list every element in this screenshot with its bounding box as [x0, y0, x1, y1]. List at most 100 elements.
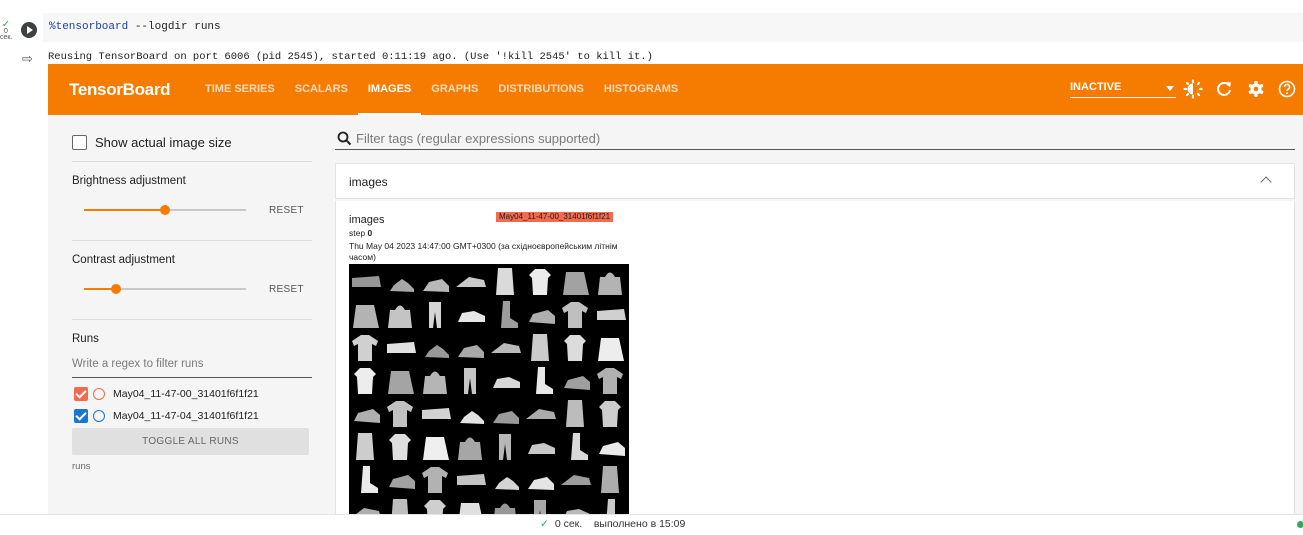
grid-thumbnail: [536, 367, 553, 394]
contrast-section: [72, 240, 312, 320]
tab-histograms[interactable]: HISTOGRAMS: [594, 64, 688, 115]
grid-thumbnail: [424, 500, 446, 514]
grid-thumbnail: [429, 302, 441, 328]
contrast-reset-button[interactable]: RESET: [269, 284, 304, 295]
runs-footer-label: runs: [72, 461, 91, 472]
run-checkbox[interactable]: [74, 409, 88, 423]
grid-thumbnail: [422, 408, 451, 419]
grid-thumbnail: [597, 368, 623, 394]
grid-thumbnail: [564, 376, 590, 390]
brightness-icon[interactable]: [1183, 79, 1203, 99]
grid-thumbnail: [390, 279, 414, 292]
refresh-icon[interactable]: [1214, 79, 1234, 99]
grid-thumbnail: [354, 409, 380, 423]
grid-thumbnail: [425, 345, 449, 358]
grid-thumbnail: [529, 310, 555, 324]
sidebar: Show actual image size Brightness adjust…: [48, 115, 322, 514]
settings-icon[interactable]: [1246, 79, 1266, 99]
plugin-status-select[interactable]: INACTIVE: [1070, 81, 1176, 98]
grid-thumbnail: [531, 334, 549, 361]
image-step: step 0: [349, 228, 372, 238]
grid-thumbnail: [495, 477, 519, 490]
grid-thumbnail: [499, 434, 511, 460]
code-args: --logdir runs: [128, 21, 221, 33]
grid-thumbnail: [501, 301, 518, 328]
grid-thumbnail: [528, 477, 554, 490]
image-grid[interactable]: [349, 264, 629, 514]
contrast-slider-knob[interactable]: [111, 284, 121, 294]
grid-thumbnail: [564, 335, 586, 361]
grid-thumbnail: [457, 474, 486, 485]
status-bar: ✓ 0 сек. выполнено в 15:09: [0, 514, 1303, 535]
chevron-up-icon[interactable]: [1260, 176, 1272, 188]
run-item[interactable]: May04_11-47-00_31401f6f1f21: [74, 387, 259, 401]
tag-filter-placeholder: Filter tags (regular expressions support…: [356, 131, 601, 146]
show-actual-size-label: Show actual image size: [95, 135, 232, 150]
plugin-status-value: INACTIVE: [1070, 81, 1122, 93]
grid-thumbnail: [464, 368, 476, 394]
brightness-reset-button[interactable]: RESET: [269, 205, 304, 216]
grid-thumbnail: [571, 433, 588, 460]
grid-thumbnail: [529, 269, 551, 295]
grid-thumbnail: [597, 309, 626, 320]
tensorboard-frame: TensorBoard TIME SERIES SCALARS IMAGES G…: [48, 64, 1303, 514]
code-line[interactable]: %tensorboard --logdir runs: [49, 21, 221, 33]
run-cell-button[interactable]: [21, 22, 37, 38]
grid-thumbnail: [422, 467, 448, 493]
grid-thumbnail: [599, 442, 625, 456]
grid-thumbnail: [526, 409, 556, 419]
chevron-down-icon: [1166, 86, 1174, 91]
tag-filter-input[interactable]: Filter tags (regular expressions support…: [335, 128, 1295, 150]
code-cell[interactable]: %tensorboard --logdir runs: [43, 13, 1303, 42]
grid-thumbnail: [387, 342, 416, 353]
show-actual-size-checkbox[interactable]: Show actual image size: [72, 135, 232, 150]
contrast-slider[interactable]: [84, 284, 246, 294]
check-icon: ✓: [540, 518, 549, 530]
grid-thumbnail: [423, 371, 447, 394]
output-arrow-icon[interactable]: ⇨: [22, 51, 33, 67]
brightness-slider-knob[interactable]: [160, 205, 170, 215]
grid-thumbnail: [423, 279, 449, 292]
grid-thumbnail: [354, 368, 376, 394]
grid-thumbnail: [496, 268, 514, 295]
image-tag: images: [349, 214, 385, 226]
status-text: ✓ 0 сек. выполнено в 15:09: [540, 518, 685, 530]
main-content: Filter tags (regular expressions support…: [335, 115, 1303, 514]
grid-thumbnail: [361, 466, 378, 493]
run-color-circle[interactable]: [93, 410, 105, 422]
grid-thumbnail: [459, 503, 482, 514]
run-color-circle[interactable]: [93, 388, 105, 400]
brightness-slider[interactable]: [84, 205, 246, 215]
toggle-all-runs-button[interactable]: TOGGLE ALL RUNS: [72, 428, 309, 455]
image-timestamp: Thu May 04 2023 14:47:00 GMT+0300 (за сх…: [349, 241, 618, 262]
runs-filter-input[interactable]: Write a regex to filter runs: [72, 358, 312, 378]
help-icon[interactable]: [1277, 79, 1297, 99]
run-checkbox[interactable]: [74, 387, 88, 401]
group-label: images: [349, 175, 388, 189]
tab-graphs[interactable]: GRAPHS: [421, 64, 488, 115]
fashion-mnist-grid-image: [352, 268, 626, 514]
search-icon: [337, 131, 352, 146]
tab-time-series[interactable]: TIME SERIES: [195, 64, 285, 115]
grid-thumbnail: [388, 371, 414, 394]
code-magic: %tensorboard: [49, 21, 129, 33]
grid-thumbnail: [423, 437, 449, 460]
grid-thumbnail: [566, 400, 584, 427]
status-message: 0 сек. выполнено в 15:09: [554, 518, 686, 530]
cell-output-text: Reusing TensorBoard on port 6006 (pid 25…: [48, 51, 653, 63]
grid-thumbnail: [598, 272, 622, 295]
tab-scalars[interactable]: SCALARS: [285, 64, 358, 115]
grid-thumbnail: [388, 305, 412, 328]
run-item[interactable]: May04_11-47-04_31401f6f1f21: [74, 409, 259, 423]
contrast-label: Contrast adjustment: [72, 254, 175, 266]
runs-title: Runs: [72, 333, 99, 345]
grid-thumbnail: [494, 503, 516, 514]
grid-thumbnail: [456, 277, 486, 287]
brightness-slider-fill: [84, 209, 165, 211]
checkbox-box[interactable]: [72, 135, 87, 150]
tab-distributions[interactable]: DISTRIBUTIONS: [488, 64, 594, 115]
grid-thumbnail: [352, 276, 381, 287]
grid-thumbnail: [389, 475, 415, 489]
images-group-header[interactable]: images: [335, 163, 1295, 199]
tab-images[interactable]: IMAGES: [357, 64, 422, 115]
